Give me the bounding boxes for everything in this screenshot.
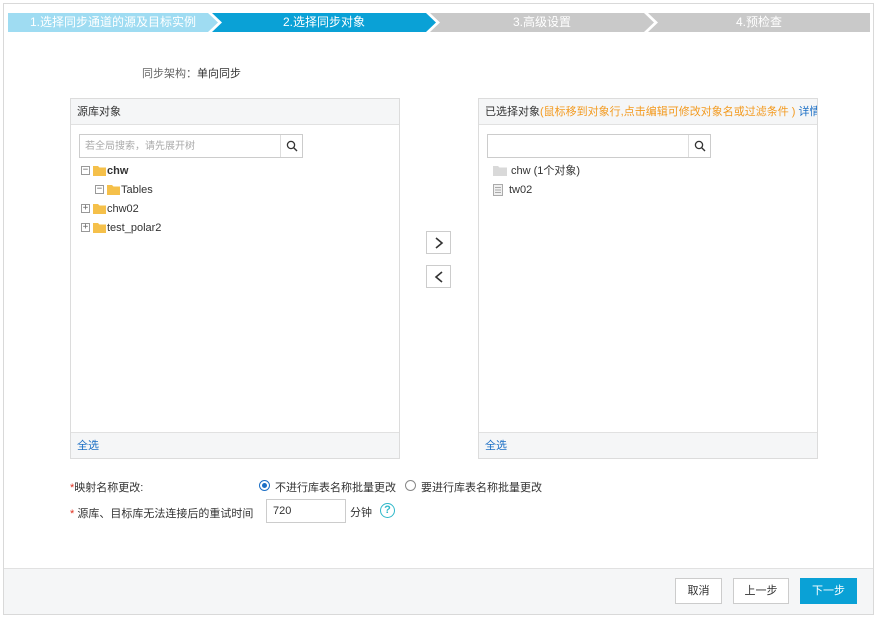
- mapping-label: *映射名称更改:: [70, 479, 143, 495]
- folder-icon: [93, 223, 106, 233]
- tree-node-label: chw02: [107, 203, 139, 215]
- add-to-selected-button[interactable]: [426, 231, 451, 254]
- mapping-option-no-change-radio[interactable]: [259, 480, 270, 491]
- selected-node-chw[interactable]: chw (1个对象): [493, 163, 733, 179]
- tree-node-label: chw: [107, 165, 129, 177]
- step-4-label: 4.预检查: [735, 15, 782, 29]
- selected-search-input[interactable]: [488, 135, 688, 157]
- mapping-option-no-change-label[interactable]: 不进行库表名称批量更改: [275, 479, 396, 495]
- sync-architecture-value: 单向同步: [197, 68, 241, 80]
- search-icon: [694, 140, 705, 152]
- mapping-label-text: 映射名称更改:: [74, 482, 144, 494]
- selected-panel-header: 已选择对象(鼠标移到对象行,点击编辑可修改对象名或过滤条件 ) 详情点我: [479, 99, 817, 125]
- required-mark: *: [70, 508, 75, 520]
- tree-node-chw[interactable]: − chw: [81, 163, 281, 179]
- cancel-button[interactable]: 取消: [675, 578, 722, 604]
- retry-time-input[interactable]: [266, 499, 346, 523]
- source-objects-panel: 源库对象 − chw − Tables + chw02 + test_polar…: [70, 98, 400, 459]
- tree-node-label: Tables: [121, 184, 153, 196]
- help-icon[interactable]: ?: [380, 503, 395, 518]
- folder-icon: [493, 166, 507, 176]
- step-2: 2.选择同步对象: [212, 13, 436, 32]
- step-2-label: 2.选择同步对象: [282, 15, 365, 29]
- collapse-toggle[interactable]: −: [95, 185, 104, 194]
- expand-toggle[interactable]: +: [81, 223, 90, 232]
- selected-panel-title: 已选择对象: [485, 106, 540, 118]
- selected-search-button[interactable]: [688, 135, 710, 157]
- mapping-option-batch-change-radio[interactable]: [405, 480, 416, 491]
- mapping-option-batch-change-label[interactable]: 要进行库表名称批量更改: [421, 479, 542, 495]
- selected-panel-hint: (鼠标移到对象行,点击编辑可修改对象名或过滤条件 ): [540, 106, 796, 118]
- step-3-label: 3.高级设置: [512, 15, 571, 29]
- step-indicator: 1.选择同步通道的源及目标实例 2.选择同步对象 3.高级设置 4.预检查: [8, 13, 870, 32]
- source-panel-title: 源库对象: [71, 99, 399, 125]
- selected-node-tw02[interactable]: tw02: [493, 182, 733, 198]
- selected-node-label: chw (1个对象): [511, 165, 581, 177]
- tree-node-chw02[interactable]: + chw02: [81, 201, 281, 217]
- collapse-toggle[interactable]: −: [81, 166, 90, 175]
- selected-node-label: tw02: [509, 184, 533, 196]
- folder-icon: [93, 166, 106, 176]
- table-icon: [493, 184, 503, 196]
- source-search-box: [79, 134, 303, 158]
- next-step-button[interactable]: 下一步: [800, 578, 857, 604]
- chevron-left-icon: [434, 270, 443, 283]
- source-search-input[interactable]: [80, 135, 280, 157]
- folder-icon: [107, 185, 120, 195]
- selected-objects-panel: 已选择对象(鼠标移到对象行,点击编辑可修改对象名或过滤条件 ) 详情点我 chw…: [478, 98, 818, 459]
- sync-architecture: 同步架构：单向同步: [142, 65, 241, 81]
- tree-node-tables[interactable]: − Tables: [95, 182, 295, 198]
- step-3: 3.高级设置: [430, 13, 654, 32]
- source-search-button[interactable]: [280, 135, 302, 157]
- expand-toggle[interactable]: +: [81, 204, 90, 213]
- retry-label: * 源库、目标库无法连接后的重试时间: [70, 505, 253, 521]
- search-icon: [286, 140, 297, 152]
- selected-select-all[interactable]: 全选: [479, 432, 817, 458]
- step-1: 1.选择同步通道的源及目标实例: [8, 13, 218, 32]
- tree-node-test-polar2[interactable]: + test_polar2: [81, 220, 281, 236]
- retry-unit: 分钟: [350, 507, 372, 519]
- selected-search-box: [487, 134, 711, 158]
- detail-link[interactable]: 详情点我: [799, 106, 818, 118]
- retry-label-text: 源库、目标库无法连接后的重试时间: [77, 508, 254, 520]
- sync-architecture-label: 同步架构：: [142, 68, 197, 80]
- chevron-right-icon: [434, 236, 443, 249]
- previous-step-button[interactable]: 上一步: [733, 578, 789, 604]
- step-1-label: 1.选择同步通道的源及目标实例: [29, 15, 196, 29]
- step-4: 4.预检查: [648, 13, 870, 32]
- remove-from-selected-button[interactable]: [426, 265, 451, 288]
- tree-node-label: test_polar2: [107, 222, 162, 234]
- folder-icon: [93, 204, 106, 214]
- source-select-all[interactable]: 全选: [71, 432, 399, 458]
